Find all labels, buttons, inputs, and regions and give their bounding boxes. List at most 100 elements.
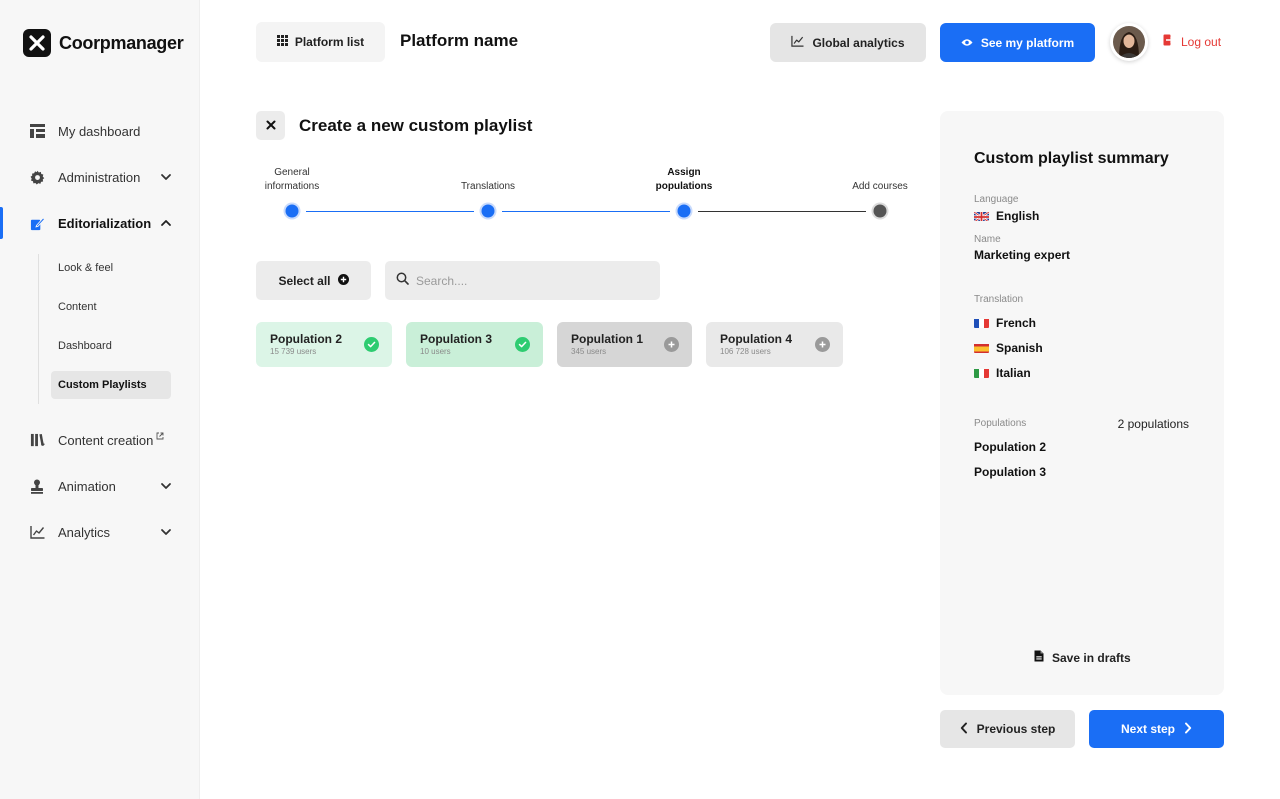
sidebar-subitem-content[interactable]: Content bbox=[51, 293, 171, 321]
population-card-selected[interactable]: Population 3 10 users bbox=[406, 322, 543, 367]
avatar[interactable] bbox=[1110, 23, 1148, 61]
language-text: English bbox=[996, 209, 1040, 223]
chart-icon bbox=[791, 35, 804, 50]
name-text: Marketing expert bbox=[974, 248, 1071, 262]
external-link-icon bbox=[156, 428, 164, 443]
language-value: English bbox=[974, 209, 1039, 223]
sidebar-subitem-label: Look & feel bbox=[58, 262, 114, 274]
chevron-up-icon[interactable] bbox=[160, 217, 172, 229]
see-my-platform-button[interactable]: See my platform bbox=[940, 23, 1095, 62]
language-label: Language bbox=[974, 194, 1019, 205]
step-label-line: Add courses bbox=[852, 181, 908, 192]
search-field[interactable] bbox=[385, 261, 660, 300]
population-card[interactable]: Population 1 345 users bbox=[557, 322, 692, 367]
coorpmanager-logo-icon bbox=[23, 29, 51, 57]
global-analytics-label: Global analytics bbox=[812, 35, 905, 50]
close-button[interactable] bbox=[256, 111, 285, 140]
translation-text: Italian bbox=[996, 366, 1031, 380]
sidebar-item-administration[interactable]: Administration bbox=[0, 161, 200, 193]
close-icon bbox=[266, 117, 276, 135]
translation-item: Italian bbox=[974, 366, 1031, 380]
select-all-button[interactable]: Select all bbox=[256, 261, 371, 300]
dashboard-icon bbox=[29, 123, 45, 139]
stamp-icon bbox=[29, 478, 45, 494]
spain-flag-icon bbox=[974, 343, 989, 353]
france-flag-icon bbox=[974, 318, 989, 328]
save-in-drafts-label: Save in drafts bbox=[1052, 650, 1131, 665]
check-circle-icon bbox=[364, 337, 379, 352]
global-analytics-button[interactable]: Global analytics bbox=[770, 23, 926, 62]
sidebar-subitem-look-and-feel[interactable]: Look & feel bbox=[51, 254, 171, 282]
next-step-button[interactable]: Next step bbox=[1089, 710, 1224, 748]
population-item: Population 2 bbox=[974, 440, 1046, 454]
translation-item: French bbox=[974, 316, 1036, 330]
chevron-left-icon bbox=[960, 722, 968, 737]
page-title: Create a new custom playlist bbox=[299, 116, 533, 135]
grid-icon bbox=[276, 35, 288, 49]
step-label-add-courses: Add courses bbox=[852, 180, 908, 194]
population-text: Population 3 bbox=[974, 465, 1046, 479]
brand-name: Coorpmanager bbox=[59, 32, 184, 53]
chevron-down-icon[interactable] bbox=[160, 526, 172, 538]
sidebar-item-label: Analytics bbox=[58, 524, 111, 540]
logout-link[interactable]: Log out bbox=[1163, 34, 1221, 49]
sidebar-item-animation[interactable]: Animation bbox=[0, 470, 200, 502]
next-step-label: Next step bbox=[1120, 722, 1176, 736]
search-icon bbox=[396, 272, 409, 290]
sidebar-item-label: Content creation bbox=[58, 432, 154, 448]
logout-icon bbox=[1163, 34, 1174, 49]
populations-label: Populations bbox=[974, 418, 1027, 429]
summary-title: Custom playlist summary bbox=[974, 150, 1169, 167]
library-icon bbox=[29, 432, 45, 448]
search-input[interactable] bbox=[416, 273, 646, 288]
sidebar-item-my-dashboard[interactable]: My dashboard bbox=[0, 115, 200, 147]
platform-name: Platform name bbox=[400, 31, 519, 50]
step-dot-current[interactable] bbox=[677, 204, 691, 218]
translation-label: Translation bbox=[974, 294, 1024, 305]
population-card-selected[interactable]: Population 2 15 739 users bbox=[256, 322, 392, 367]
user-photo bbox=[1113, 26, 1145, 58]
see-my-platform-label: See my platform bbox=[980, 35, 1075, 50]
sidebar-subitem-dashboard[interactable]: Dashboard bbox=[51, 332, 171, 360]
edit-icon bbox=[29, 215, 45, 231]
sidebar-item-editorialization[interactable]: Editorialization bbox=[0, 207, 200, 239]
sidebar-item-label: Administration bbox=[58, 169, 141, 185]
step-label-assign-populations: Assign populations bbox=[656, 166, 713, 194]
brand-logo[interactable]: Coorpmanager bbox=[23, 29, 184, 57]
sidebar-item-label: Animation bbox=[58, 478, 116, 494]
step-label-line: Translations bbox=[460, 181, 516, 192]
sidebar-item-label: My dashboard bbox=[58, 123, 141, 139]
step-connector bbox=[306, 211, 474, 212]
sidebar-subitem-custom-playlists[interactable]: Custom Playlists bbox=[51, 371, 171, 399]
save-in-drafts-button[interactable]: Save in drafts bbox=[1034, 650, 1131, 665]
previous-step-label: Previous step bbox=[976, 722, 1056, 736]
chart-icon bbox=[29, 524, 45, 540]
check-circle-icon bbox=[515, 337, 530, 352]
population-card[interactable]: Population 4 106 728 users bbox=[706, 322, 843, 367]
sidebar-item-content-creation[interactable]: Content creation bbox=[0, 424, 200, 456]
sidebar-subitem-label: Dashboard bbox=[58, 340, 112, 352]
step-label-line: General bbox=[274, 167, 310, 178]
step-dot-done[interactable] bbox=[285, 204, 299, 218]
italy-flag-icon bbox=[974, 368, 989, 378]
sidebar-subitem-label: Custom Playlists bbox=[58, 379, 147, 391]
step-dot-todo bbox=[873, 204, 887, 218]
step-connector bbox=[698, 211, 866, 212]
select-all-label: Select all bbox=[278, 273, 331, 288]
previous-step-button[interactable]: Previous step bbox=[940, 710, 1075, 748]
document-icon bbox=[1034, 650, 1044, 665]
population-item: Population 3 bbox=[974, 465, 1046, 479]
step-label-line: populations bbox=[655, 181, 713, 192]
population-text: Population 2 bbox=[974, 440, 1046, 454]
populations-count: 2 populations bbox=[1117, 417, 1189, 431]
step-dot-done[interactable] bbox=[481, 204, 495, 218]
chevron-down-icon[interactable] bbox=[160, 171, 172, 183]
add-circle-icon bbox=[815, 337, 830, 352]
submenu-divider bbox=[38, 254, 39, 404]
sidebar-item-analytics[interactable]: Analytics bbox=[0, 516, 200, 548]
step-label-line: Assign bbox=[667, 167, 701, 178]
add-circle-icon bbox=[664, 337, 679, 352]
platform-list-button[interactable]: Platform list bbox=[256, 22, 385, 62]
sidebar-item-label: Editorialization bbox=[58, 215, 152, 231]
chevron-down-icon[interactable] bbox=[160, 480, 172, 492]
